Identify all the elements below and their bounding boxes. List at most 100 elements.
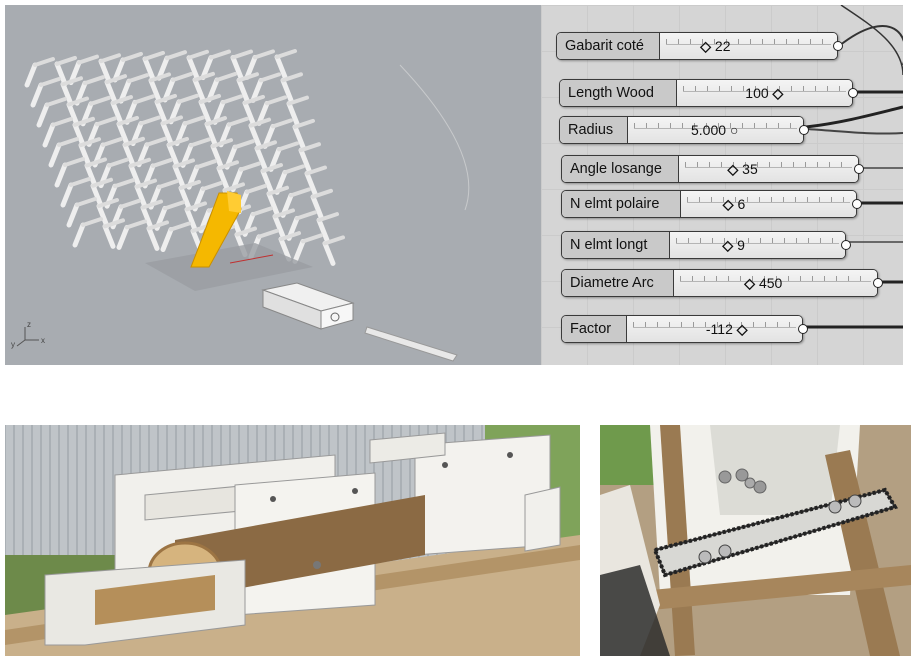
diamond-grip-icon[interactable]: ◇ [723,196,734,212]
timber-member [48,142,62,168]
timber-member [99,53,121,64]
timber-member [177,93,199,104]
slider-label: N elmt polaire [562,191,681,217]
timber-member [215,71,237,82]
slider-value-text: 100 [745,85,769,101]
timber-member [301,233,323,244]
output-port[interactable] [848,88,858,98]
slider-ticks [685,162,852,168]
slider-track[interactable]: ◇ 450 [674,270,877,296]
diamond-grip-icon[interactable]: ◇ [700,38,711,54]
slider-n-elmt-longt[interactable]: N elmt longt ◇ 9 [561,231,851,259]
timber-member [140,205,154,231]
timber-member [272,213,286,239]
timber-member [295,210,317,221]
slider-track[interactable]: 100 ◇ [677,80,852,106]
slider-value: ◇ 35 [728,156,758,182]
axis-label-x: x [41,336,45,345]
slider-value-text: 22 [714,38,731,54]
timber-member [95,116,117,127]
timber-member [39,77,61,87]
slider-value: ◇ 450 [744,270,782,296]
timber-member [139,115,161,126]
viewport-canvas: z x y [11,49,470,362]
timber-member [30,82,44,108]
timber-member [239,161,261,172]
diamond-grip-icon[interactable]: ◇ [773,85,784,101]
timber-member [63,157,85,167]
timber-member [51,117,73,127]
timber-member [66,202,80,228]
timber-member [209,49,231,60]
timber-member [84,162,98,188]
circle-grip-icon[interactable]: ○ [730,122,738,138]
slider-track[interactable]: -112 ◇ [627,316,802,342]
slider-factor[interactable]: Factor -112 ◇ [561,315,808,343]
timber-member [157,179,179,190]
slider-n-elmt-polaire[interactable]: N elmt polaire ◇ 6 [561,190,862,218]
slider-track[interactable]: ◇ 6 [681,191,856,217]
output-port[interactable] [798,324,808,334]
slider-label: Radius [560,117,628,143]
slider-track[interactable]: ◇ 22 [660,33,837,59]
slider-diametre-arc[interactable]: Diametre Arc ◇ 450 [561,269,883,297]
timber-member [57,137,79,147]
diamond-grip-icon[interactable]: ◇ [722,237,733,253]
slider-value-text: -112 [705,321,733,337]
slider-value: ◇ 6 [723,191,745,217]
diamond-grip-icon[interactable]: ◇ [737,321,748,337]
gridshell-model [24,49,345,266]
timber-member [201,180,223,191]
slider-value: 100 ◇ [745,80,783,106]
timber-member [265,95,287,106]
slider-radius[interactable]: Radius 5.000 ○ [559,116,809,144]
slider-value-text: 450 [758,275,783,291]
timber-member [36,102,50,128]
slider-gabarit-cot-[interactable]: Gabarit coté ◇ 22 [556,32,843,60]
timber-member [113,178,135,189]
wood-block [261,282,355,330]
slider-value-text: 35 [742,161,758,177]
slider-track[interactable]: 5.000 ○ [628,117,803,143]
output-port[interactable] [873,278,883,288]
output-port[interactable] [854,164,864,174]
output-port[interactable] [833,41,843,51]
output-port[interactable] [852,199,862,209]
photo-cutting-jig [5,425,580,656]
timber-member [133,94,155,105]
timber-member [257,228,279,239]
slider-track[interactable]: ◇ 9 [670,232,845,258]
slider-ticks [676,238,839,244]
timber-member [72,122,86,148]
timber-member [253,49,275,60]
grasshopper-canvas[interactable]: Gabarit coté ◇ 22 Length Wood 100 ◇ Radius 5.… [541,5,903,365]
timber-member [184,206,198,232]
diamond-grip-icon[interactable]: ◇ [728,161,739,177]
axis-label-z: z [27,320,31,329]
diamond-grip-icon[interactable]: ◇ [744,275,755,291]
slider-track[interactable]: ◇ 35 [679,156,858,182]
timber-member [178,185,192,211]
timber-member [145,136,167,147]
timber-member [119,198,141,209]
output-port[interactable] [799,125,809,135]
timber-member [143,50,165,61]
timber-member [292,238,306,264]
slider-value: ◇ 9 [722,232,744,258]
slider-value: ◇ 22 [700,33,730,59]
rhino-viewport[interactable]: z x y [5,5,541,365]
timber-member [90,183,104,209]
output-port[interactable] [841,240,851,250]
timber-member [121,51,143,62]
timber-member [146,225,160,251]
slider-length-wood[interactable]: Length Wood 100 ◇ [559,79,858,107]
timber-member [283,164,305,175]
timber-member [277,141,299,152]
timber-member [60,182,74,208]
timber-member [289,187,311,198]
slider-angle-losange[interactable]: Angle losange ◇ 35 [561,155,864,183]
timber-member [233,139,255,150]
axis-label-y: y [11,340,15,349]
slider-ticks [666,39,831,45]
timber-member [271,118,293,129]
